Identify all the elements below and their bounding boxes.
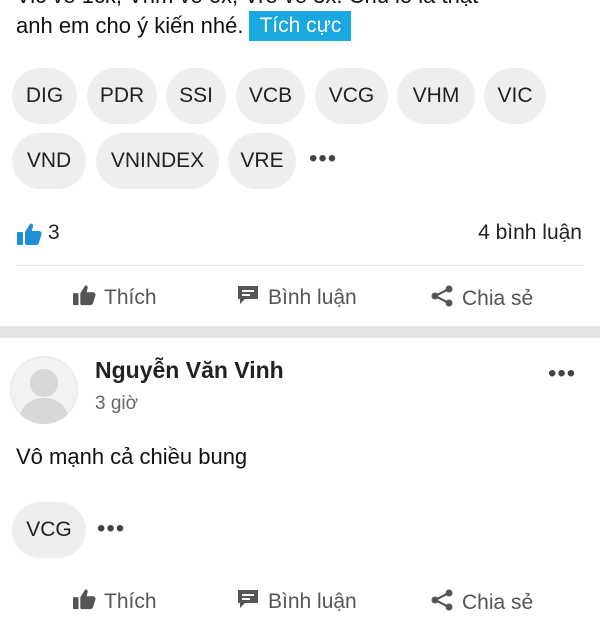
author-name[interactable]: Nguyễn Văn Vinh xyxy=(95,357,284,384)
thumbs-up-icon xyxy=(72,284,96,312)
tag-chip-vcb[interactable]: VCB xyxy=(236,68,305,124)
tag-chip-pdr[interactable]: PDR xyxy=(87,68,157,124)
tag-chip-vnd[interactable]: VND xyxy=(12,133,86,189)
post-text: Vô mạnh cả chiều bung xyxy=(16,444,248,469)
comment-icon xyxy=(236,284,260,312)
share-button[interactable]: Chia sẻ xyxy=(430,284,533,314)
avatar[interactable] xyxy=(10,356,78,424)
share-label: Chia sẻ xyxy=(462,591,534,614)
like-label: Thích xyxy=(104,286,157,309)
tag-chip-vre[interactable]: VRE xyxy=(228,133,296,189)
like-count[interactable]: 3 xyxy=(48,221,60,245)
share-icon xyxy=(430,284,454,314)
comment-icon xyxy=(236,588,260,616)
post-text-line-2: anh em cho ý kiến nhé. Tích cực xyxy=(16,8,352,44)
comment-button[interactable]: Bình luận xyxy=(236,284,357,312)
comment-count[interactable]: 4 bình luận xyxy=(478,221,582,245)
post-time: 3 giờ xyxy=(95,393,139,414)
like-button[interactable]: Thích xyxy=(72,588,157,616)
like-button[interactable]: Thích xyxy=(72,284,157,312)
tag-chip-ssi[interactable]: SSI xyxy=(166,68,226,124)
tag-chip-dig[interactable]: DIG xyxy=(12,68,77,124)
sentiment-badge: Tích cực xyxy=(249,11,352,41)
comment-button[interactable]: Bình luận xyxy=(236,588,357,616)
like-label: Thích xyxy=(104,590,157,613)
comment-label: Bình luận xyxy=(268,590,357,613)
separator xyxy=(16,265,584,266)
more-tags-button[interactable]: ••• xyxy=(97,515,125,543)
tag-chip-vic[interactable]: VIC xyxy=(484,68,546,124)
comment-label: Bình luận xyxy=(268,286,357,309)
share-label: Chia sẻ xyxy=(462,287,534,310)
post-divider xyxy=(0,326,600,338)
thumbs-up-icon xyxy=(72,588,96,616)
tag-chip-vcg[interactable]: VCG xyxy=(12,502,86,558)
post-text-line-2-content: anh em cho ý kiến nhé. xyxy=(16,13,244,38)
more-tags-button[interactable]: ••• xyxy=(309,145,337,173)
tag-chip-vhm[interactable]: VHM xyxy=(397,68,475,124)
tag-chip-vcg[interactable]: VCG xyxy=(315,68,388,124)
like-icon xyxy=(16,222,42,246)
post-menu-button[interactable]: ••• xyxy=(548,360,576,388)
share-icon xyxy=(430,588,454,618)
share-button[interactable]: Chia sẻ xyxy=(430,588,533,618)
tag-chip-vnindex[interactable]: VNINDEX xyxy=(96,133,219,189)
